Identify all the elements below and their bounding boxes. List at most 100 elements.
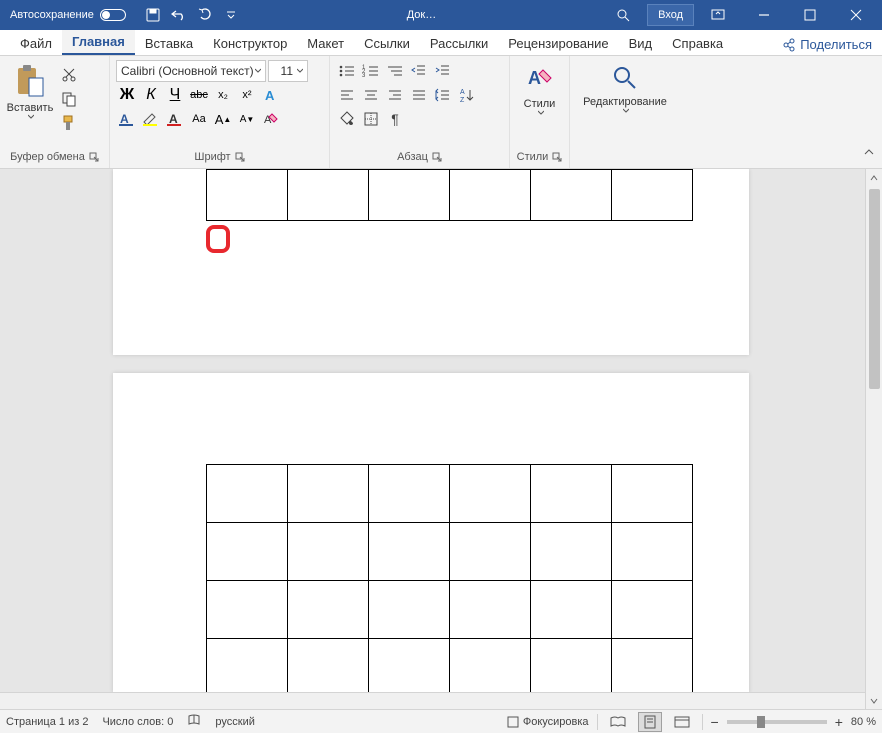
tab-view[interactable]: Вид [619,32,663,55]
grow-font-button[interactable]: A▲ [212,108,234,130]
copy-button[interactable] [58,88,80,110]
sign-in-button[interactable]: Вход [647,4,694,26]
chevron-down-icon [623,108,629,114]
vertical-scrollbar[interactable] [865,169,882,709]
read-mode-button[interactable] [606,712,630,732]
dialog-launcher-icon[interactable] [89,152,99,162]
tab-help[interactable]: Справка [662,32,733,55]
tab-home[interactable]: Главная [62,30,135,55]
word-count[interactable]: Число слов: 0 [102,716,173,728]
page-2[interactable] [113,373,749,693]
sort-button[interactable]: AZ [456,84,478,106]
paste-button[interactable]: Вставить [6,60,54,148]
collapse-ribbon-button[interactable] [862,145,876,164]
tab-file[interactable]: Файл [10,32,62,55]
share-button[interactable]: Поделиться [772,34,882,55]
autosave-toggle[interactable]: Автосохранение [4,9,132,21]
styles-button[interactable]: A Стили [516,60,564,120]
tab-layout[interactable]: Макет [297,32,354,55]
indent-icon [435,63,451,79]
sign-in-label: Вход [658,9,683,21]
tab-review[interactable]: Рецензирование [498,32,618,55]
qat-customize-button[interactable] [220,4,242,26]
align-center-button[interactable] [360,84,382,106]
group-editing: Редактирование [570,56,680,168]
show-marks-button[interactable]: ¶ [384,108,406,130]
tab-mailings[interactable]: Рассылки [420,32,498,55]
strike-button[interactable]: abc [188,84,210,106]
scroll-thumb[interactable] [869,189,880,389]
page-1[interactable] [113,169,749,355]
styles-group-label: Стили [517,151,549,163]
svg-text:A: A [169,112,178,126]
underline-button[interactable]: Ч [164,84,186,106]
zoom-level[interactable]: 80 % [851,716,876,728]
bullets-button[interactable] [336,60,358,82]
group-paragraph: 123 AZ ¶ Абзац [330,56,510,168]
clear-format-button[interactable]: A [260,108,282,130]
minimize-button[interactable] [742,0,786,30]
focus-icon [507,716,519,728]
subscript-button[interactable]: x₂ [212,84,234,106]
web-layout-button[interactable] [670,712,694,732]
chevron-down-icon [28,114,34,120]
font-size-combo[interactable]: 11 [268,60,308,82]
dialog-launcher-icon[interactable] [235,152,245,162]
decrease-indent-button[interactable] [408,60,430,82]
font-color-button[interactable]: A [164,108,186,130]
multilevel-button[interactable] [384,60,406,82]
cut-button[interactable] [58,64,80,86]
styles-btn-label: Стили [524,98,556,110]
tab-insert[interactable]: Вставка [135,32,203,55]
table-2[interactable] [206,464,693,697]
align-left-button[interactable] [336,84,358,106]
highlight-icon [142,111,160,127]
zoom-out-button[interactable]: − [711,714,719,730]
italic-button[interactable]: К [140,84,162,106]
shrink-font-button[interactable]: A▼ [236,108,258,130]
font-name-combo[interactable]: Calibri (Основной текст) [116,60,266,82]
search-button[interactable] [601,0,645,30]
justify-button[interactable] [408,84,430,106]
tab-design[interactable]: Конструктор [203,32,297,55]
chevron-down-icon [538,110,544,116]
horizontal-scrollbar[interactable] [0,692,865,709]
page-count[interactable]: Страница 1 из 2 [6,716,88,728]
undo-button[interactable] [168,4,190,26]
dialog-launcher-icon[interactable] [552,152,562,162]
ribbon-display-options-button[interactable] [696,0,740,30]
spell-check-button[interactable] [187,713,201,730]
text-effects-button[interactable]: A [260,84,282,106]
shading-button[interactable] [336,108,358,130]
numbering-button[interactable]: 123 [360,60,382,82]
table-1[interactable] [206,169,693,221]
editing-button[interactable]: Редактирование [575,60,675,118]
maximize-button[interactable] [788,0,832,30]
quick-access-toolbar [142,4,242,26]
zoom-in-button[interactable]: + [835,714,843,730]
text-fill-button[interactable]: A [116,108,138,130]
print-layout-button[interactable] [638,712,662,732]
font-group-label: Шрифт [194,151,230,163]
scroll-up-button[interactable] [866,169,882,186]
save-button[interactable] [142,4,164,26]
bold-button[interactable]: Ж [116,84,138,106]
superscript-button[interactable]: x² [236,84,258,106]
styles-icon: A [525,64,555,94]
zoom-slider[interactable] [727,720,827,724]
align-right-button[interactable] [384,84,406,106]
increase-indent-button[interactable] [432,60,454,82]
close-button[interactable] [834,0,878,30]
scroll-down-button[interactable] [866,692,882,709]
language[interactable]: русский [215,716,254,728]
dialog-launcher-icon[interactable] [432,152,442,162]
svg-text:A: A [460,89,465,96]
redo-button[interactable] [194,4,216,26]
format-painter-button[interactable] [58,112,80,134]
tab-references[interactable]: Ссылки [354,32,420,55]
borders-button[interactable] [360,108,382,130]
change-case-button[interactable]: Aa [188,108,210,130]
line-spacing-button[interactable] [432,84,454,106]
focus-mode-button[interactable]: Фокусировка [507,716,589,728]
highlight-button[interactable] [140,108,162,130]
